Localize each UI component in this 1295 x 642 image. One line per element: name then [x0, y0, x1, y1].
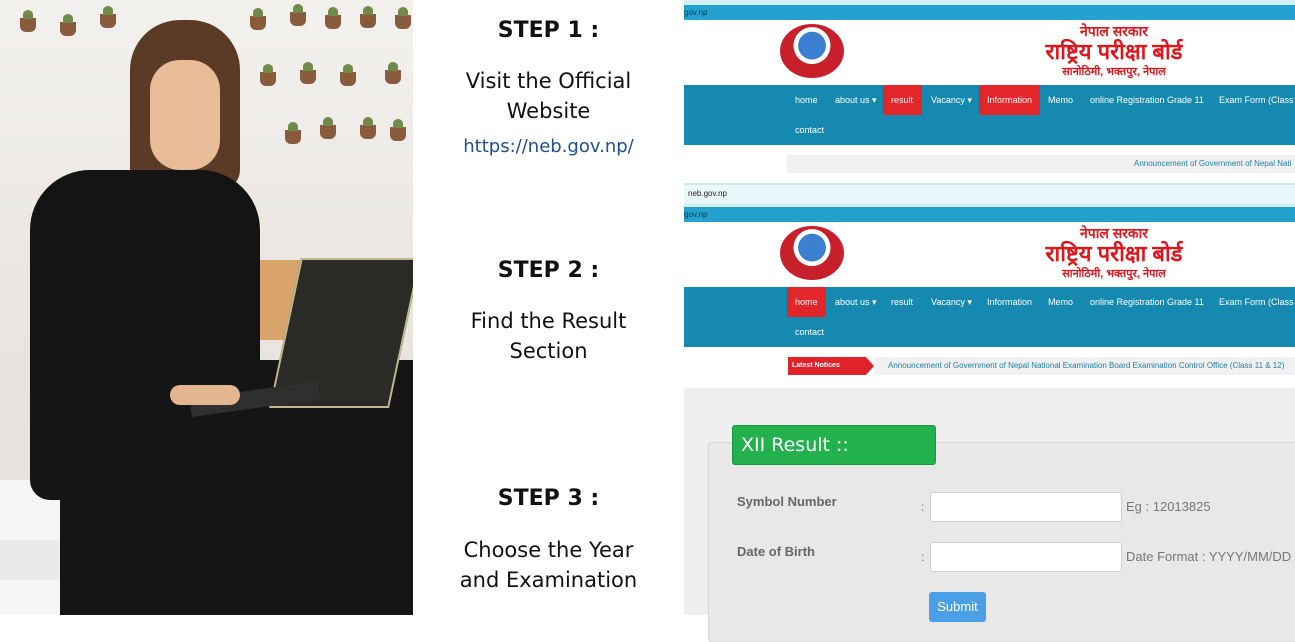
step-2-line-1: Find the Result — [470, 309, 627, 333]
nav-information[interactable]: Information — [979, 85, 1040, 115]
notice-text[interactable]: Announcement of Government of Nepal Nati… — [888, 357, 1284, 375]
steps-panel: STEP 1 : Visit the Official Website http… — [413, 0, 684, 615]
nepal-emblem-logo — [780, 226, 844, 280]
nav-about-us[interactable]: about us ▾ — [827, 85, 885, 115]
step-1-title: STEP 1 : — [497, 18, 600, 43]
step-1-line-1: Visit the Official — [465, 69, 632, 93]
nav-result[interactable]: result — [883, 85, 922, 115]
symbol-number-input[interactable] — [930, 492, 1122, 522]
nav-online-registration[interactable]: online Registration Grade 11 — [1082, 287, 1212, 317]
top-url: gov.np — [684, 207, 1295, 222]
nav-vacancy[interactable]: Vacancy ▾ — [923, 85, 980, 115]
notice-bar: Announcement of Government of Nepal Nati — [684, 145, 1295, 183]
dob-input[interactable] — [930, 542, 1122, 572]
logo-text-3: सानोठिमी, भक्तपुर, नेपाल — [1062, 268, 1166, 280]
website-screenshot-result: gov.np नेपाल सरकार राष्ट्रिय परीक्षा बोर… — [684, 203, 1295, 388]
main-nav: home about us ▾ result Vacancy ▾ Informa… — [684, 287, 1295, 347]
nav-memo[interactable]: Memo — [1040, 85, 1081, 115]
nav-home[interactable]: home — [787, 287, 826, 317]
nav-memo[interactable]: Memo — [1040, 287, 1081, 317]
symbol-number-label: Symbol Number — [737, 494, 837, 509]
website-screenshot-home: gov.np नेपाल सरकार राष्ट्रिय परीक्षा बोर… — [684, 0, 1295, 183]
nav-exam-form[interactable]: Exam Form (Class — [1211, 287, 1295, 317]
step-3-title: STEP 3 : — [497, 486, 600, 511]
logo-text-2: राष्ट्रिय परीक्षा बोर्ड — [1045, 39, 1183, 64]
logo-text-2: राष्ट्रिय परीक्षा बोर्ड — [1045, 241, 1183, 266]
logo-text-3: सानोठिमी, भक्तपुर, नेपाल — [1062, 66, 1166, 78]
notice-text[interactable]: Announcement of Government of Nepal Nati — [1134, 155, 1291, 173]
nav-vacancy[interactable]: Vacancy ▾ — [923, 287, 980, 317]
dob-label: Date of Birth — [737, 544, 815, 559]
nav-contact[interactable]: contact — [787, 115, 832, 145]
site-header: नेपाल सरकार राष्ट्रिय परीक्षा बोर्ड सानो… — [684, 222, 1295, 287]
notice-bar: Latest Notices Announcement of Governmen… — [684, 347, 1295, 387]
nav-online-registration[interactable]: online Registration Grade 11 — [1082, 85, 1212, 115]
symbol-number-hint: Eg : 12013825 — [1126, 499, 1211, 514]
main-nav: home about us ▾ result Vacancy ▾ Informa… — [684, 85, 1295, 145]
nav-about-us[interactable]: about us ▾ — [827, 287, 885, 317]
url-bar: neb.gov.np — [684, 183, 1295, 203]
dob-hint: Date Format : YYYY/MM/DD — [1126, 549, 1292, 564]
step-3-line-1: Choose the Year — [463, 538, 634, 562]
top-url: gov.np — [684, 5, 1295, 20]
step-2-line-2: Section — [509, 339, 588, 363]
nav-contact[interactable]: contact — [787, 317, 832, 347]
nav-result[interactable]: result — [883, 287, 921, 317]
step-2-title: STEP 2 : — [497, 258, 600, 283]
site-header: नेपाल सरकार राष्ट्रिय परीक्षा बोर्ड सानो… — [684, 20, 1295, 85]
colon: : — [921, 500, 925, 514]
submit-button[interactable]: Submit — [929, 592, 986, 622]
neb-website-link[interactable]: https://neb.gov.np/ — [413, 136, 684, 157]
nav-information[interactable]: Information — [979, 287, 1040, 317]
result-form-title: XII Result :: — [732, 425, 936, 465]
result-form-area: XII Result :: Symbol Number : Eg : 12013… — [684, 388, 1295, 642]
step-3-line-2: and Examination — [459, 568, 638, 592]
nav-home[interactable]: home — [787, 85, 826, 115]
nepal-emblem-logo — [780, 24, 844, 78]
step-1-line-2: Website — [506, 99, 591, 123]
nav-exam-form[interactable]: Exam Form (Class — [1211, 85, 1295, 115]
colon: : — [921, 550, 925, 564]
woman-with-laptop-photo — [0, 0, 413, 615]
latest-notices-label: Latest Notices — [788, 357, 874, 375]
